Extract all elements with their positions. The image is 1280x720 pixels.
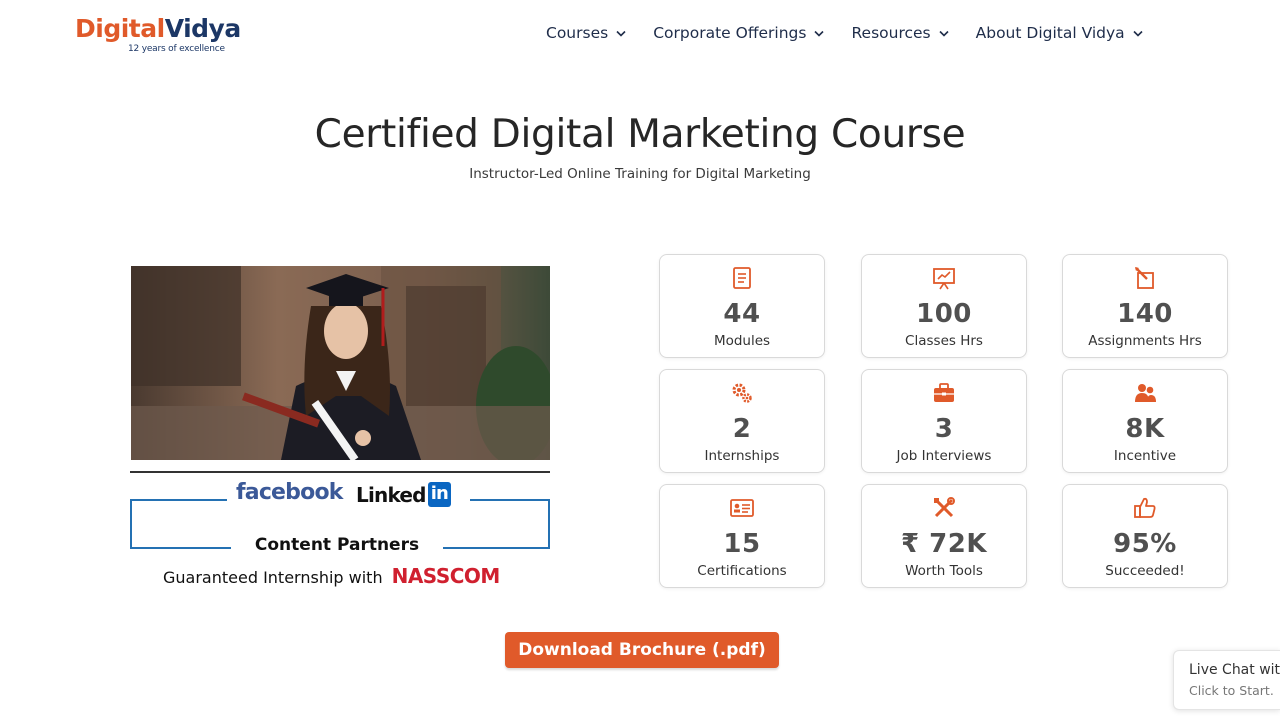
stat-label: Job Interviews xyxy=(896,448,992,464)
partners-frame-top-left xyxy=(130,499,227,501)
nav-resources[interactable]: Resources xyxy=(851,24,949,42)
stat-value: 15 xyxy=(723,529,761,559)
page-subtitle: Instructor-Led Online Training for Digit… xyxy=(469,166,811,182)
nav-label: About Digital Vidya xyxy=(975,24,1125,42)
stat-label: Certifications xyxy=(697,563,787,579)
stat-card-internships: 2 Internships xyxy=(659,369,825,473)
gears-icon xyxy=(732,383,752,403)
stat-label: Succeeded! xyxy=(1105,563,1185,579)
nav-label: Resources xyxy=(851,24,931,42)
stat-card-classes-hrs: 100 Classes Hrs xyxy=(861,254,1027,358)
nav-label: Corporate Offerings xyxy=(653,24,807,42)
chevron-down-icon xyxy=(939,30,949,37)
pencil-edit-icon xyxy=(1135,267,1154,289)
presentation-chart-icon xyxy=(933,268,955,290)
stat-label: Assignments Hrs xyxy=(1088,333,1202,349)
content-partners-label: Content Partners xyxy=(231,535,443,555)
stat-value: 95% xyxy=(1113,529,1177,559)
stat-value: ₹ 72K xyxy=(901,529,987,559)
graduate-photo xyxy=(131,266,550,460)
users-icon xyxy=(1135,384,1156,402)
thumbs-up-icon xyxy=(1134,497,1156,518)
chevron-down-icon xyxy=(814,30,825,37)
stat-card-incentive: 8K Incentive xyxy=(1062,369,1228,473)
stat-value: 100 xyxy=(916,299,972,329)
facebook-logo: facebook xyxy=(236,480,343,505)
stat-label: Classes Hrs xyxy=(905,333,983,349)
stat-label: Worth Tools xyxy=(905,563,983,579)
briefcase-icon xyxy=(934,383,954,402)
stat-card-succeeded: 95% Succeeded! xyxy=(1062,484,1228,588)
stat-value: 3 xyxy=(934,414,954,444)
stat-card-job-interviews: 3 Job Interviews xyxy=(861,369,1027,473)
nav-label: Courses xyxy=(546,24,609,42)
chat-subtitle: Click to Start. xyxy=(1189,683,1274,698)
logo-word-digital: Digital xyxy=(75,14,165,43)
main-nav: Courses Corporate Offerings Resources Ab… xyxy=(546,24,1170,42)
stat-card-certifications: 15 Certifications xyxy=(659,484,825,588)
nav-corporate-offerings[interactable]: Corporate Offerings xyxy=(653,24,825,42)
tools-icon xyxy=(934,497,955,518)
stat-value: 140 xyxy=(1117,299,1173,329)
nav-courses[interactable]: Courses xyxy=(546,24,626,42)
partners-frame-top-right xyxy=(470,499,550,501)
brand-logo[interactable]: DigitalVidya 12 years of excellence xyxy=(75,16,241,54)
nasscom-logo: NASSCOM xyxy=(391,564,501,588)
internship-text: Guaranteed Internship with xyxy=(163,568,383,587)
linkedin-in-badge: in xyxy=(427,482,452,507)
linkedin-logo: Linked in xyxy=(356,482,452,507)
internship-line: Guaranteed Internship with NASSCOM xyxy=(163,564,500,588)
stat-card-worth-tools: ₹ 72K Worth Tools xyxy=(861,484,1027,588)
stat-label: Internships xyxy=(704,448,780,464)
nav-about[interactable]: About Digital Vidya xyxy=(976,24,1143,42)
stat-card-modules: 44 Modules xyxy=(659,254,825,358)
logo-tagline: 12 years of excellence xyxy=(128,44,225,54)
logo-wordmark: DigitalVidya xyxy=(75,16,241,41)
photo-divider xyxy=(130,471,550,473)
stat-label: Modules xyxy=(713,333,771,349)
linkedin-word: Linked xyxy=(356,482,426,507)
chevron-down-icon xyxy=(1133,30,1143,37)
stat-value: 8K xyxy=(1125,414,1165,444)
stat-label: Incentive xyxy=(1113,448,1177,464)
chevron-down-icon xyxy=(616,30,626,37)
page-title: Certified Digital Marketing Course xyxy=(314,112,966,157)
live-chat-widget[interactable]: Live Chat with Click to Start. xyxy=(1173,650,1280,710)
chat-title: Live Chat with xyxy=(1189,662,1280,678)
certificate-card-icon xyxy=(730,499,754,517)
stat-card-assignments-hrs: 140 Assignments Hrs xyxy=(1062,254,1228,358)
logo-word-vidya: Vidya xyxy=(164,14,242,43)
document-icon xyxy=(733,267,751,289)
download-brochure-button[interactable]: Download Brochure (.pdf) xyxy=(505,632,779,668)
stat-value: 2 xyxy=(732,414,752,444)
stat-value: 44 xyxy=(723,299,761,329)
